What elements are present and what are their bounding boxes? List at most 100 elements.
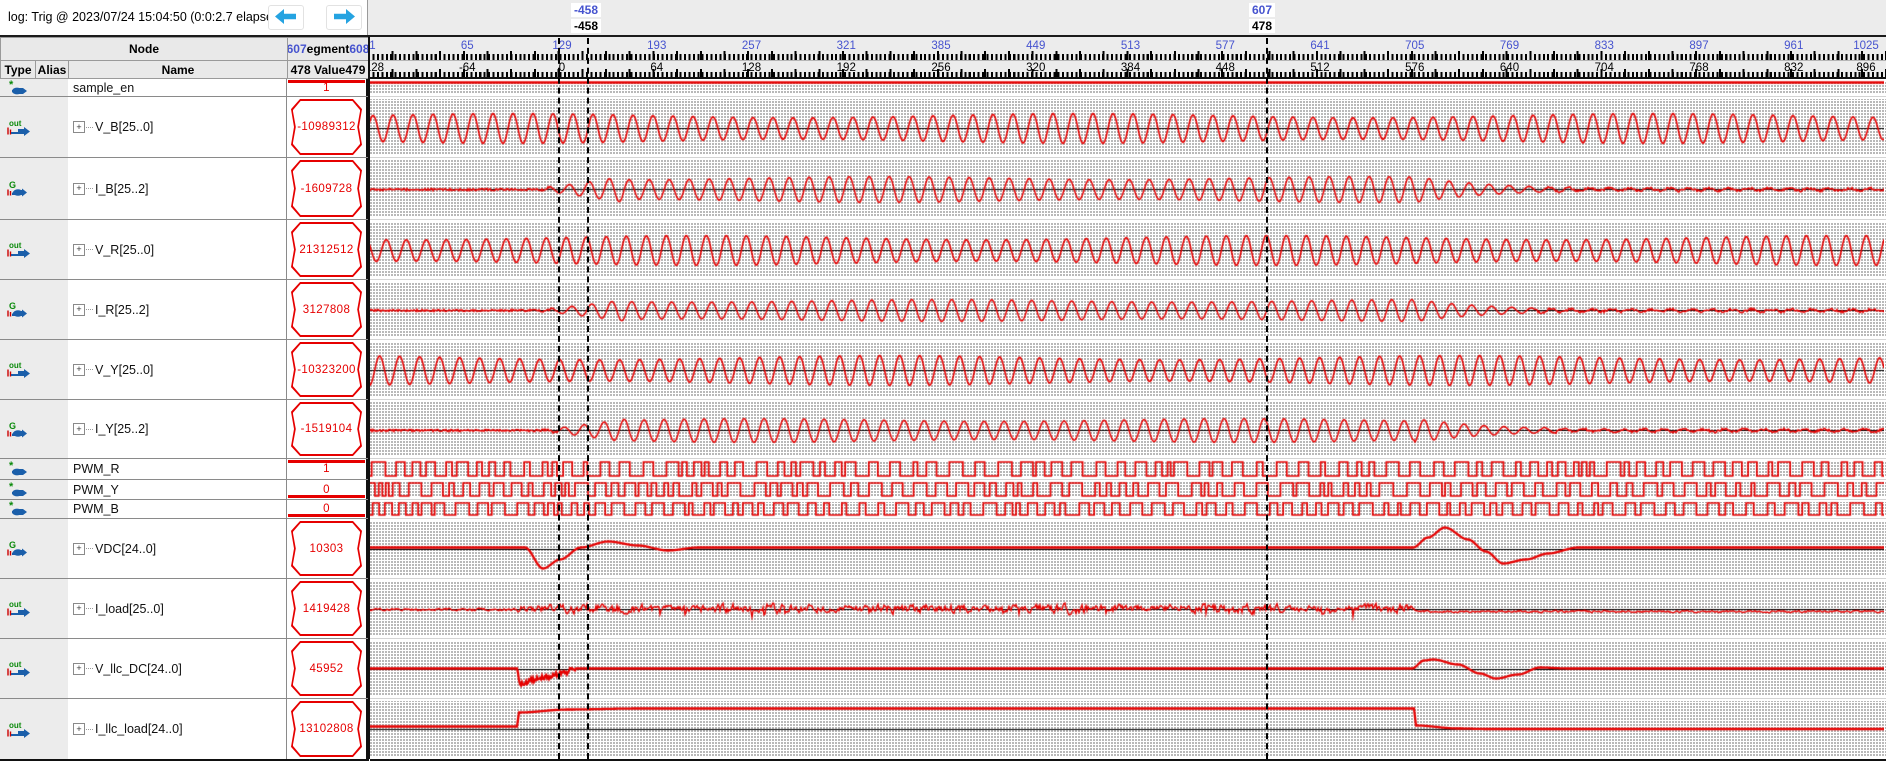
signal-value-cell[interactable]: 1 — [287, 459, 368, 479]
expand-bus-button[interactable]: + — [73, 602, 85, 615]
next-log-button[interactable] — [326, 5, 362, 30]
signal-value-cell[interactable]: 0 — [287, 500, 368, 518]
wave-row-PWM_Y[interactable] — [370, 480, 1886, 500]
marker-label-black-1[interactable]: 478 — [1248, 19, 1276, 33]
expand-bus-button[interactable]: + — [73, 121, 85, 133]
alias-cell[interactable] — [35, 519, 69, 578]
signal-value-cell[interactable]: 45952 — [287, 639, 368, 698]
signal-value-cell[interactable]: 3127808 — [287, 280, 368, 339]
marker-label-black-0[interactable]: -458 — [570, 19, 602, 33]
signal-row-PWM_R[interactable]: * PWM_R 1 — [0, 459, 369, 480]
signal-row-V_B[25..0][interactable]: out + V_B[25..0] -10989312 — [0, 97, 369, 158]
alias-cell[interactable] — [35, 79, 69, 96]
expand-bus-button[interactable]: + — [73, 542, 85, 555]
wave-row-V_llc_DC[24..0][interactable] — [370, 639, 1886, 699]
signal-name-cell[interactable]: + VDC[24..0] — [68, 519, 287, 578]
signal-name-cell[interactable]: PWM_Y — [68, 480, 287, 499]
waveform-display-area[interactable] — [370, 79, 1886, 761]
wave-row-I_B[25..2][interactable] — [370, 158, 1886, 220]
ruler-segment-sample-numbers[interactable]: 1 65 129 193 257 321 385 449 513 577 641 705 769 833 8… — [368, 37, 1886, 61]
signal-value-cell[interactable]: 21312512 — [287, 220, 368, 279]
alias-cell[interactable] — [35, 340, 69, 399]
signal-row-PWM_B[interactable]: * PWM_B 0 — [0, 500, 369, 519]
signal-row-I_B[25..2][interactable]: G + I_B[25..2] -1609728 — [0, 158, 369, 220]
wave-row-I_Y[25..2][interactable] — [370, 400, 1886, 459]
signal-name-cell[interactable]: + V_llc_DC[24..0] — [68, 639, 287, 698]
input-node-icon: * — [0, 459, 36, 479]
alias-cell[interactable] — [35, 579, 69, 638]
wave-row-VDC[24..0][interactable] — [370, 519, 1886, 579]
signal-row-I_llc_load[24..0][interactable]: out + I_llc_load[24..0] 13102808 — [0, 699, 369, 759]
signal-value-cell[interactable]: 1 — [287, 79, 368, 96]
expand-bus-button[interactable]: + — [73, 723, 85, 735]
signal-name-cell[interactable]: + I_load[25..0] — [68, 579, 287, 638]
alias-column-header[interactable]: Alias — [35, 60, 69, 79]
wave-row-I_R[25..2][interactable] — [370, 280, 1886, 340]
segment-column-header[interactable]: 607 egment 608 — [287, 37, 369, 61]
wave-row-I_load[25..0][interactable] — [370, 579, 1886, 639]
signal-name-cell[interactable]: + I_B[25..2] — [68, 158, 287, 219]
wave-row-V_B[25..0][interactable] — [370, 97, 1886, 158]
wave-row-I_llc_load[24..0][interactable] — [370, 699, 1886, 759]
alias-cell[interactable] — [35, 480, 69, 499]
alias-cell[interactable] — [35, 639, 69, 698]
signal-value-cell[interactable]: -10989312 — [287, 97, 368, 157]
alias-cell[interactable] — [35, 459, 69, 479]
alias-cell[interactable] — [35, 97, 69, 157]
node-column-header[interactable]: Node — [0, 37, 288, 61]
signal-value-cell[interactable]: 0 — [287, 480, 368, 499]
signal-name-cell[interactable]: + I_llc_load[24..0] — [68, 699, 287, 759]
signal-row-PWM_Y[interactable]: * PWM_Y 0 — [0, 480, 369, 500]
wave-row-V_Y[25..0][interactable] — [370, 340, 1886, 400]
signal-value-cell[interactable]: 1419428 — [287, 579, 368, 638]
expand-bus-button[interactable]: + — [73, 363, 85, 376]
signal-name-cell[interactable]: + I_R[25..2] — [68, 280, 287, 339]
alias-cell[interactable] — [35, 220, 69, 279]
expand-bus-button[interactable]: + — [73, 243, 85, 256]
alias-cell[interactable] — [35, 280, 69, 339]
value-column-header[interactable]: 478 Value 479 — [287, 60, 369, 79]
expand-bus-button[interactable]: + — [73, 423, 85, 435]
wave-row-V_R[25..0][interactable] — [370, 220, 1886, 280]
signal-value-cell[interactable]: 10303 — [287, 519, 368, 578]
marker-label-blue-0[interactable]: -458 — [570, 3, 602, 17]
signal-value-cell[interactable]: -10323200 — [287, 340, 368, 399]
signal-name-cell[interactable]: PWM_B — [68, 500, 287, 518]
signal-row-I_Y[25..2][interactable]: G + I_Y[25..2] -1519104 — [0, 400, 369, 459]
previous-log-button[interactable] — [268, 5, 304, 30]
signal-row-V_R[25..0][interactable]: out + V_R[25..0] 21312512 — [0, 220, 369, 280]
signal-row-I_load[25..0][interactable]: out + I_load[25..0] 1419428 — [0, 579, 369, 639]
name-column-header[interactable]: Name — [68, 60, 288, 79]
alias-cell[interactable] — [35, 400, 69, 458]
signal-row-I_R[25..2][interactable]: G + I_R[25..2] 3127808 — [0, 280, 369, 340]
wave-row-sample_en[interactable] — [370, 79, 1886, 97]
signal-value-cell[interactable]: -1519104 — [287, 400, 368, 458]
marker-label-blue-1[interactable]: 607 — [1248, 3, 1276, 17]
time-cursor-2[interactable] — [1266, 38, 1268, 759]
signal-name-cell[interactable]: + I_Y[25..2] — [68, 400, 287, 458]
alias-cell[interactable] — [35, 158, 69, 219]
ruler-trigger-relative-time[interactable]: -128-64064128192256320384448512576640704… — [368, 61, 1886, 79]
signal-value-cell[interactable]: 13102808 — [287, 699, 368, 759]
signal-row-V_Y[25..0][interactable]: out + V_Y[25..0] -10323200 — [0, 340, 369, 400]
expand-bus-button[interactable]: + — [73, 182, 85, 195]
expand-bus-button[interactable]: + — [73, 303, 85, 316]
signal-name-cell[interactable]: PWM_R — [68, 459, 287, 479]
signal-value-cell[interactable]: -1609728 — [287, 158, 368, 219]
signal-name-cell[interactable]: + V_R[25..0] — [68, 220, 287, 279]
signal-row-sample_en[interactable]: * sample_en 1 — [0, 79, 369, 97]
alias-cell[interactable] — [35, 500, 69, 518]
signal-name-cell[interactable]: + V_Y[25..0] — [68, 340, 287, 399]
signal-row-VDC[24..0][interactable]: G + VDC[24..0] 10303 — [0, 519, 369, 579]
type-column-header[interactable]: Type — [0, 60, 36, 79]
timebar-marker-area[interactable]: -458 -458 607 478 — [368, 0, 1886, 35]
wave-row-PWM_R[interactable] — [370, 459, 1886, 480]
signal-name-cell[interactable]: + V_B[25..0] — [68, 97, 287, 157]
alias-cell[interactable] — [35, 699, 69, 759]
expand-bus-button[interactable]: + — [73, 662, 85, 675]
signal-name-cell[interactable]: sample_en — [68, 79, 287, 96]
time-cursor-0[interactable] — [558, 38, 560, 759]
time-cursor-1[interactable] — [587, 38, 589, 759]
wave-row-PWM_B[interactable] — [370, 500, 1886, 519]
signal-row-V_llc_DC[24..0][interactable]: out + V_llc_DC[24..0] 45952 — [0, 639, 369, 699]
